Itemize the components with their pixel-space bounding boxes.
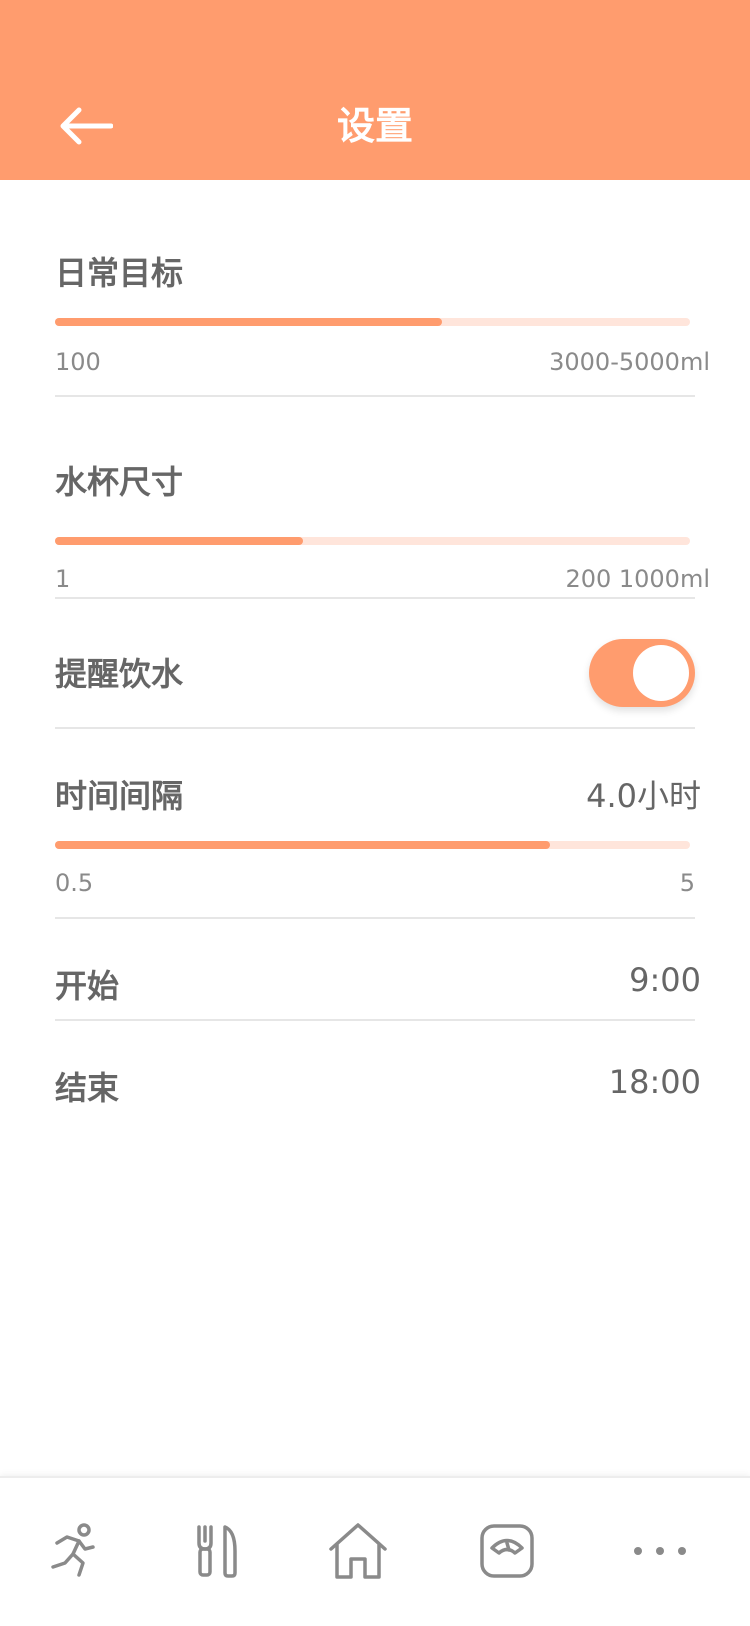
running-icon: [51, 1523, 95, 1577]
interval-min: 0.5: [55, 869, 94, 897]
start-value[interactable]: 9:00: [629, 961, 701, 999]
more-icon: [634, 1547, 686, 1555]
scale-icon: [480, 1524, 534, 1578]
interval-label: 时间间隔: [55, 777, 184, 815]
settings-list: 日常目标 100 3000-5000ml 水杯尺寸 1 200 1000ml 提…: [55, 180, 710, 1121]
end-time-row[interactable]: 结束 18:00: [55, 1021, 701, 1121]
daily-goal-section: 日常目标 100 3000-5000ml: [55, 180, 710, 397]
daily-goal-min: 100: [55, 348, 101, 376]
daily-goal-fill: [55, 318, 443, 326]
interval-fill: [55, 841, 551, 849]
daily-goal-max: 3000-5000ml: [549, 348, 710, 376]
reminder-toggle[interactable]: [589, 639, 695, 707]
daily-goal-slider[interactable]: [55, 318, 690, 330]
header-bar: 设置: [0, 0, 750, 180]
nav-item-exercise[interactable]: [28, 1506, 118, 1596]
cup-size-min: 1: [55, 565, 71, 593]
cup-size-label: 水杯尺寸: [55, 463, 184, 501]
fork-knife-icon: [197, 1525, 237, 1578]
interval-slider[interactable]: [55, 841, 690, 853]
cup-size-section: 水杯尺寸 1 200 1000ml: [55, 397, 710, 599]
nav-item-home[interactable]: [313, 1506, 403, 1596]
reminder-section: 提醒饮水: [55, 599, 695, 729]
daily-goal-label: 日常目标: [55, 254, 184, 292]
page-title: 设置: [336, 104, 413, 148]
home-icon: [329, 1523, 387, 1579]
start-label: 开始: [55, 967, 120, 1005]
end-label: 结束: [55, 1069, 120, 1107]
start-time-row[interactable]: 开始 9:00: [55, 919, 701, 1021]
reminder-label: 提醒饮水: [55, 655, 184, 693]
cup-size-slider[interactable]: [55, 537, 690, 549]
bottom-nav: [0, 1476, 750, 1626]
nav-item-more[interactable]: [615, 1506, 705, 1596]
toggle-knob: [633, 645, 689, 701]
cup-size-fill: [55, 537, 303, 545]
interval-value: 4.0小时: [586, 777, 701, 815]
nav-item-diet[interactable]: [172, 1506, 262, 1596]
interval-section: 时间间隔 4.0小时 0.5 5: [55, 729, 701, 919]
cup-size-max: 200 1000ml: [565, 565, 710, 593]
end-value[interactable]: 18:00: [609, 1063, 701, 1101]
interval-max: 5: [679, 869, 695, 897]
nav-item-weight[interactable]: [462, 1506, 552, 1596]
